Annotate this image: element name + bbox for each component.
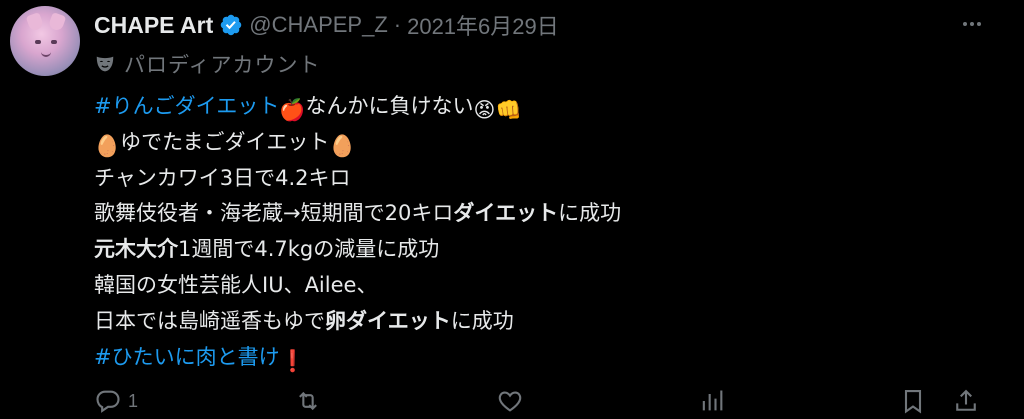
views-button[interactable] xyxy=(698,386,726,416)
tweet-bold-segment: 元木大介 xyxy=(94,237,178,262)
share-icon xyxy=(956,389,976,411)
tweet-header: CHAPE Art @CHAPEP_Z · 2021年6月29日 xyxy=(94,10,559,40)
tweet[interactable]: CHAPE Art @CHAPEP_Z · 2021年6月29日 パロディアカウ… xyxy=(0,0,1024,419)
author-name[interactable]: CHAPE Art xyxy=(94,12,213,39)
tweet-text-segment: チャンカワイ3日で4.2キロ xyxy=(94,165,351,190)
bookmark-button[interactable] xyxy=(899,386,927,416)
tweet-line: #ひたいに肉と書け❗ xyxy=(94,340,974,376)
action-bar: 1 xyxy=(94,386,984,416)
tweet-line: 元木大介1週間で4.7kgの減量に成功 xyxy=(94,232,974,268)
bookmark-icon xyxy=(904,390,922,414)
tweet-line: 韓国の女性芸能人IU、Ailee、 xyxy=(94,268,974,304)
parody-account-label: パロディアカウント xyxy=(124,54,321,77)
tweet-text-segment: 日本では島崎遥香もゆで xyxy=(94,308,325,333)
hashtag-link[interactable]: #りんごダイエット xyxy=(94,94,279,118)
exclamation-emoji: ❗ xyxy=(279,348,306,373)
retweet-button[interactable] xyxy=(294,386,322,416)
tweet-text-segment: に成功 xyxy=(450,308,514,333)
avatar-ear xyxy=(47,12,67,32)
views-icon xyxy=(702,390,723,411)
tweet-text-segment: 1週間で4.7kgの減量に成功 xyxy=(178,237,440,262)
tweet-line: 歌舞伎役者・海老蔵→短期間で20キロダイエットに成功 xyxy=(94,196,974,232)
tweet-line: 日本では島崎遥香もゆで卵ダイエットに成功 xyxy=(94,304,974,340)
like-icon xyxy=(498,391,522,412)
avatar-eye xyxy=(35,40,41,44)
tweet-bold-segment: ダイエット xyxy=(453,201,559,226)
separator-dot: · xyxy=(393,12,402,37)
more-dot xyxy=(963,22,967,26)
tweet-text: #りんごダイエット🍎なんかに負けない😡👊 🥚ゆでたまごダイエット🥚 チャンカワイ… xyxy=(94,89,974,375)
tweet-date[interactable]: 2021年6月29日 xyxy=(407,9,559,41)
verified-icon xyxy=(221,14,242,36)
avatar-ear xyxy=(25,12,45,32)
reply-button[interactable]: 1 xyxy=(94,386,138,416)
tweet-text-segment: なんかに負けない xyxy=(305,94,474,118)
tweet-text-segment: に成功 xyxy=(558,201,622,226)
tweet-line: #りんごダイエット🍎なんかに負けない😡👊 xyxy=(94,89,974,125)
hashtag-link[interactable]: #ひたいに肉と書け xyxy=(94,345,280,369)
more-dot xyxy=(970,22,974,26)
tweet-text-segment: ゆでたまごダイエット xyxy=(120,129,330,154)
parody-label-row: パロディアカウント xyxy=(94,50,321,78)
share-button[interactable] xyxy=(952,386,980,416)
more-dot xyxy=(977,22,981,26)
reply-icon xyxy=(96,390,120,413)
tweet-line: 🥚ゆでたまごダイエット🥚 xyxy=(94,125,974,161)
apple-emoji: 🍎 xyxy=(279,98,306,122)
reply-count: 1 xyxy=(128,390,139,411)
tweet-bold-segment: 卵ダイエット xyxy=(325,308,451,333)
egg-emoji: 🥚 xyxy=(329,133,356,158)
angry-face-emoji: 😡 xyxy=(473,98,496,122)
egg-emoji: 🥚 xyxy=(94,133,121,158)
author-handle[interactable]: @CHAPEP_Z xyxy=(249,12,387,38)
avatar-mouth xyxy=(41,50,51,57)
tweet-text-segment: 歌舞伎役者・海老蔵→短期間で20キロ xyxy=(94,201,454,226)
parody-mask-icon xyxy=(96,56,114,72)
like-button[interactable] xyxy=(496,386,524,416)
fist-emoji: 👊 xyxy=(495,98,522,122)
avatar-eye xyxy=(51,40,57,44)
more-icon[interactable] xyxy=(958,12,986,36)
retweet-icon xyxy=(299,391,317,411)
tweet-text-segment: 韓国の女性芸能人IU、Ailee、 xyxy=(94,272,378,297)
avatar[interactable] xyxy=(10,6,80,76)
tweet-line: チャンカワイ3日で4.2キロ xyxy=(94,161,974,197)
